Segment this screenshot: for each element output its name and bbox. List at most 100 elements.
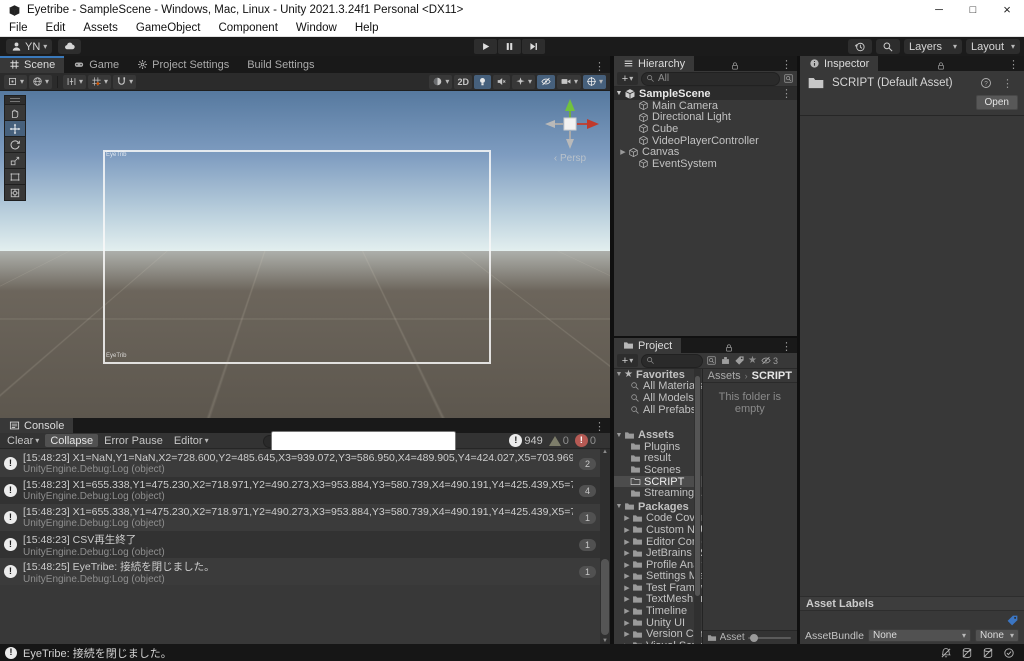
rect-tool-button[interactable] xyxy=(4,168,26,184)
project-tree-scrollbar[interactable] xyxy=(694,369,701,644)
progress-ok-icon[interactable] xyxy=(1003,647,1015,659)
console-entry[interactable]: ! [15:48:25] EyeTribe: 接続を閉じました。UnityEng… xyxy=(0,558,600,585)
create-object-dropdown[interactable]: +▾ xyxy=(617,72,638,85)
scene-panel-menu[interactable]: ⋮ xyxy=(589,60,610,73)
hierarchy-search[interactable] xyxy=(641,72,780,86)
scene-lighting-button[interactable] xyxy=(474,75,491,89)
expander-icon[interactable]: ▶ xyxy=(622,607,632,615)
error-pause-toggle[interactable]: Error Pause xyxy=(99,434,168,447)
shading-mode-dropdown[interactable]: ▾ xyxy=(429,75,452,89)
remote-cache-disabled-icon[interactable] xyxy=(982,647,994,659)
asset-label-tag-button[interactable] xyxy=(1006,614,1019,627)
gizmos-dropdown[interactable]: ▾ xyxy=(583,75,606,89)
expander-icon[interactable]: ▶ xyxy=(622,514,632,522)
camera-settings-dropdown[interactable]: ▾ xyxy=(557,75,581,89)
assetbundle-dropdown[interactable]: None▾ xyxy=(868,629,971,642)
hierarchy-panel-menu[interactable]: ⋮ xyxy=(776,58,797,71)
menu-file[interactable]: File xyxy=(0,22,37,34)
favorite-all-prefabs[interactable]: All Prefabs xyxy=(614,404,702,416)
tab-project-settings[interactable]: Project Settings xyxy=(128,56,238,73)
package-item[interactable]: ▶Unity UI xyxy=(614,617,702,629)
maximize-button[interactable]: □ xyxy=(956,0,990,20)
tab-console[interactable]: Console xyxy=(0,418,73,433)
effects-dropdown[interactable]: ▾ xyxy=(512,75,535,89)
label-icon[interactable] xyxy=(734,355,745,366)
expander-icon[interactable]: ▶ xyxy=(622,538,632,546)
cloud-button[interactable] xyxy=(58,39,81,54)
lock-icon[interactable] xyxy=(730,61,740,71)
favorites-icon[interactable]: ★ xyxy=(748,355,757,366)
expander-icon[interactable]: ▶ xyxy=(618,148,628,156)
hierarchy-search-input[interactable] xyxy=(658,73,775,84)
slider-thumb[interactable] xyxy=(750,634,758,642)
grid-snap-dropdown[interactable]: ▾ xyxy=(88,75,111,89)
project-search[interactable] xyxy=(641,354,703,368)
log-count-toggle[interactable]: !949 xyxy=(509,434,542,447)
tab-scene[interactable]: Scene xyxy=(0,56,64,73)
layers-dropdown[interactable]: Layers ▾ xyxy=(904,39,962,54)
canvas-gameobject-outline[interactable] xyxy=(103,150,491,364)
folder-streamingassets[interactable]: StreamingAssets xyxy=(614,487,702,499)
console-panel-menu[interactable]: ⋮ xyxy=(589,420,610,433)
scale-tool-button[interactable] xyxy=(4,152,26,168)
package-item[interactable]: ▶Settings Manager xyxy=(614,571,702,583)
handle-orientation-dropdown[interactable]: ▾ xyxy=(29,75,52,89)
console-search[interactable] xyxy=(263,435,455,448)
project-panel-menu[interactable]: ⋮ xyxy=(776,340,797,353)
package-item[interactable]: ▶Code Coverage xyxy=(614,513,702,525)
error-count-toggle[interactable]: !0 xyxy=(575,434,596,447)
status-message[interactable]: EyeTribe: 接続を閉じました。 xyxy=(23,645,172,661)
package-item[interactable]: ▶TextMeshPro xyxy=(614,594,702,606)
package-item[interactable]: ▶Test Framework xyxy=(614,582,702,594)
console-entry[interactable]: ! [15:48:23] X1=655.338,Y1=475.230,X2=71… xyxy=(0,477,600,504)
scene-row-menu[interactable]: ⋮ xyxy=(776,87,797,100)
toggle-2d-button[interactable]: 2D xyxy=(454,75,472,89)
scene-viewport[interactable]: EyeTrib EyeTrib ‹ Persp xyxy=(0,91,610,418)
scene-orientation-gizmo[interactable] xyxy=(537,97,603,157)
transform-tool-button[interactable] xyxy=(4,184,26,201)
help-icon[interactable] xyxy=(980,77,992,89)
menu-assets[interactable]: Assets xyxy=(74,22,127,34)
favorites-root[interactable]: ▼★Favorites xyxy=(614,369,702,381)
tool-settings-dropdown[interactable]: ▾ xyxy=(4,75,27,89)
lock-icon[interactable] xyxy=(936,61,946,71)
icon-size-slider[interactable] xyxy=(748,637,791,639)
expander-icon[interactable]: ▼ xyxy=(614,503,624,510)
folder-plugins[interactable]: Plugins xyxy=(614,441,702,453)
notifications-muted-icon[interactable] xyxy=(940,647,952,659)
package-item[interactable]: ▶Profile Analyzer xyxy=(614,559,702,571)
tab-inspector[interactable]: Inspector xyxy=(800,56,878,71)
asset-labels-header[interactable]: Asset Labels xyxy=(800,596,1024,611)
expander-icon[interactable]: ▶ xyxy=(622,561,632,569)
snap-settings-dropdown[interactable]: ▾ xyxy=(63,75,86,89)
hierarchy-scene-row[interactable]: ▼ SampleScene ⋮ xyxy=(614,87,797,100)
expander-icon[interactable]: ▶ xyxy=(622,630,632,638)
filter-icon[interactable] xyxy=(783,73,794,84)
folder-result[interactable]: result xyxy=(614,453,702,465)
folder-scenes[interactable]: Scenes xyxy=(614,464,702,476)
play-button[interactable] xyxy=(474,39,497,54)
pause-button[interactable] xyxy=(498,39,521,54)
expander-icon[interactable]: ▼ xyxy=(614,90,624,97)
hierarchy-item-main-camera[interactable]: Main Camera xyxy=(614,100,797,112)
tools-drag-handle[interactable] xyxy=(4,95,26,104)
collapse-toggle[interactable]: Collapse xyxy=(45,434,98,447)
console-entry[interactable]: ! [15:48:23] X1=NaN,Y1=NaN,X2=728.600,Y2… xyxy=(0,450,600,477)
console-entry[interactable]: ! [15:48:23] X1=655.338,Y1=475.230,X2=71… xyxy=(0,504,600,531)
expander-icon[interactable]: ▶ xyxy=(622,549,632,557)
open-button[interactable]: Open xyxy=(976,95,1018,110)
warning-count-toggle[interactable]: 0 xyxy=(549,435,569,447)
hierarchy-item-cube[interactable]: Cube xyxy=(614,123,797,135)
expander-icon[interactable]: ▼ xyxy=(614,371,624,378)
perspective-label[interactable]: ‹ Persp xyxy=(538,153,602,164)
lock-icon[interactable] xyxy=(724,343,734,353)
layout-dropdown[interactable]: Layout ▾ xyxy=(966,39,1020,54)
expander-icon[interactable]: ▶ xyxy=(622,619,632,627)
tab-hierarchy[interactable]: Hierarchy xyxy=(614,56,694,71)
close-button[interactable]: × xyxy=(990,0,1024,20)
assetbundle-variant-dropdown[interactable]: None▾ xyxy=(975,629,1019,642)
global-search-button[interactable] xyxy=(876,39,900,54)
scene-visibility-button[interactable] xyxy=(537,75,555,89)
expander-icon[interactable]: ▶ xyxy=(622,526,632,534)
menu-gameobject[interactable]: GameObject xyxy=(127,22,210,34)
